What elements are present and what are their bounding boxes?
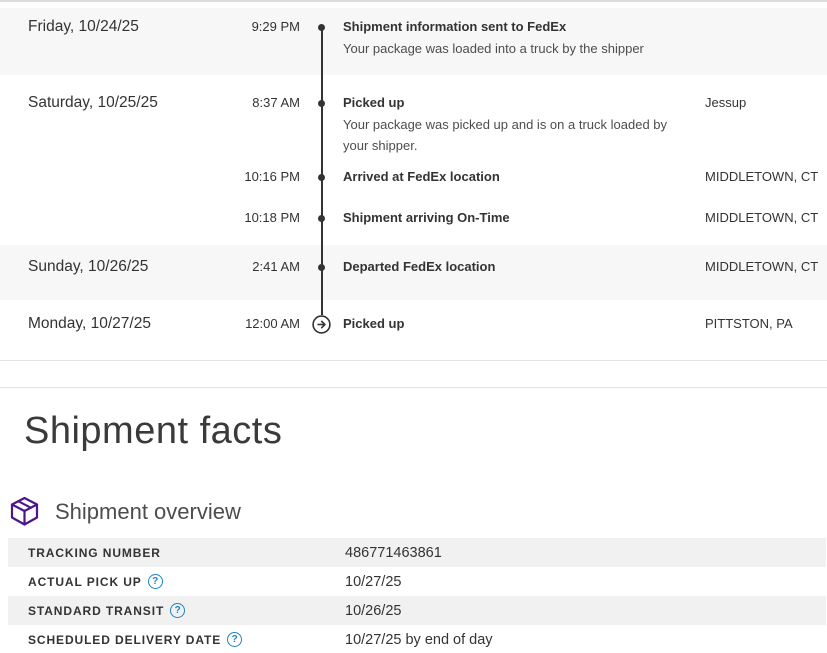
- timeline-event-row: Monday, 10/27/25 12:00 AM Picked up PITT…: [0, 300, 827, 358]
- table-row: SCHEDULED DELIVERY DATE ? 10/27/25 by en…: [8, 625, 826, 653]
- event-title: Arrived at FedEx location: [343, 168, 689, 186]
- event-location: Jessup: [705, 94, 827, 112]
- table-row: STANDARD TRANSIT ? 10/26/25: [8, 596, 826, 625]
- event-title: Picked up: [343, 315, 689, 333]
- fact-label: STANDARD TRANSIT: [28, 604, 164, 618]
- fact-label: SCHEDULED DELIVERY DATE: [28, 633, 221, 647]
- event-location: MIDDLETOWN, CT: [705, 168, 827, 186]
- timeline-event-row: Friday, 10/24/25 9:29 PM Shipment inform…: [0, 8, 827, 75]
- scheduled-delivery-value: 10/27/25 by end of day: [345, 632, 826, 648]
- event-time: 10:16 PM: [188, 168, 300, 186]
- table-row: TRACKING NUMBER 486771463861: [8, 538, 826, 567]
- event-title: Departed FedEx location: [343, 258, 689, 276]
- event-location: PITTSTON, PA: [705, 315, 827, 333]
- event-title: Shipment information sent to FedEx: [343, 18, 689, 36]
- standard-transit-value: 10/26/25: [345, 603, 826, 619]
- help-icon[interactable]: ?: [227, 632, 242, 647]
- divider: [0, 360, 827, 361]
- divider: [0, 0, 827, 2]
- table-row: ACTUAL PICK UP ? 10/27/25: [8, 567, 826, 596]
- event-location: MIDDLETOWN, CT: [705, 209, 827, 227]
- event-time: 9:29 PM: [188, 18, 300, 36]
- timeline-event-row: 10:18 PM Shipment arriving On-Time MIDDL…: [0, 203, 827, 245]
- travel-history-section: Friday, 10/24/25 9:29 PM Shipment inform…: [0, 0, 827, 388]
- event-time: 10:18 PM: [188, 209, 300, 227]
- fact-label: TRACKING NUMBER: [28, 546, 161, 560]
- shipment-overview-table: TRACKING NUMBER 486771463861 ACTUAL PICK…: [8, 538, 826, 653]
- event-title: Picked up: [343, 94, 689, 112]
- timeline-connector-line: [321, 26, 323, 315]
- event-date: Friday, 10/24/25: [28, 18, 188, 36]
- tracking-number-value: 486771463861: [345, 545, 826, 561]
- event-time: 8:37 AM: [188, 94, 300, 112]
- fact-label: ACTUAL PICK UP: [28, 575, 142, 589]
- arrow-right-circle-icon: [312, 315, 331, 334]
- event-description: Your package was picked up and is on a t…: [343, 114, 689, 156]
- divider: [0, 387, 827, 388]
- event-title: Shipment arriving On-Time: [343, 209, 689, 227]
- package-box-icon: [8, 495, 41, 528]
- help-icon[interactable]: ?: [148, 574, 163, 589]
- shipment-facts-section: Shipment facts Shipment overview TRACKIN…: [0, 410, 827, 653]
- event-time: 12:00 AM: [188, 315, 300, 333]
- timeline-event-row: 10:16 PM Arrived at FedEx location MIDDL…: [0, 162, 827, 203]
- help-icon[interactable]: ?: [170, 603, 185, 618]
- event-location: MIDDLETOWN, CT: [705, 258, 827, 276]
- page-title: Shipment facts: [24, 410, 827, 453]
- actual-pickup-value: 10/27/25: [345, 574, 826, 590]
- event-date: Saturday, 10/25/25: [28, 94, 188, 112]
- shipment-overview-header: Shipment overview: [8, 495, 827, 528]
- timeline-event-row: Saturday, 10/25/25 8:37 AM Picked up You…: [0, 88, 827, 162]
- event-date: Sunday, 10/26/25: [28, 258, 188, 276]
- event-time: 2:41 AM: [188, 258, 300, 276]
- event-date: Monday, 10/27/25: [28, 315, 188, 333]
- timeline-event-row: Sunday, 10/26/25 2:41 AM Departed FedEx …: [0, 245, 827, 300]
- event-description: Your package was loaded into a truck by …: [343, 38, 689, 59]
- section-title: Shipment overview: [55, 499, 241, 525]
